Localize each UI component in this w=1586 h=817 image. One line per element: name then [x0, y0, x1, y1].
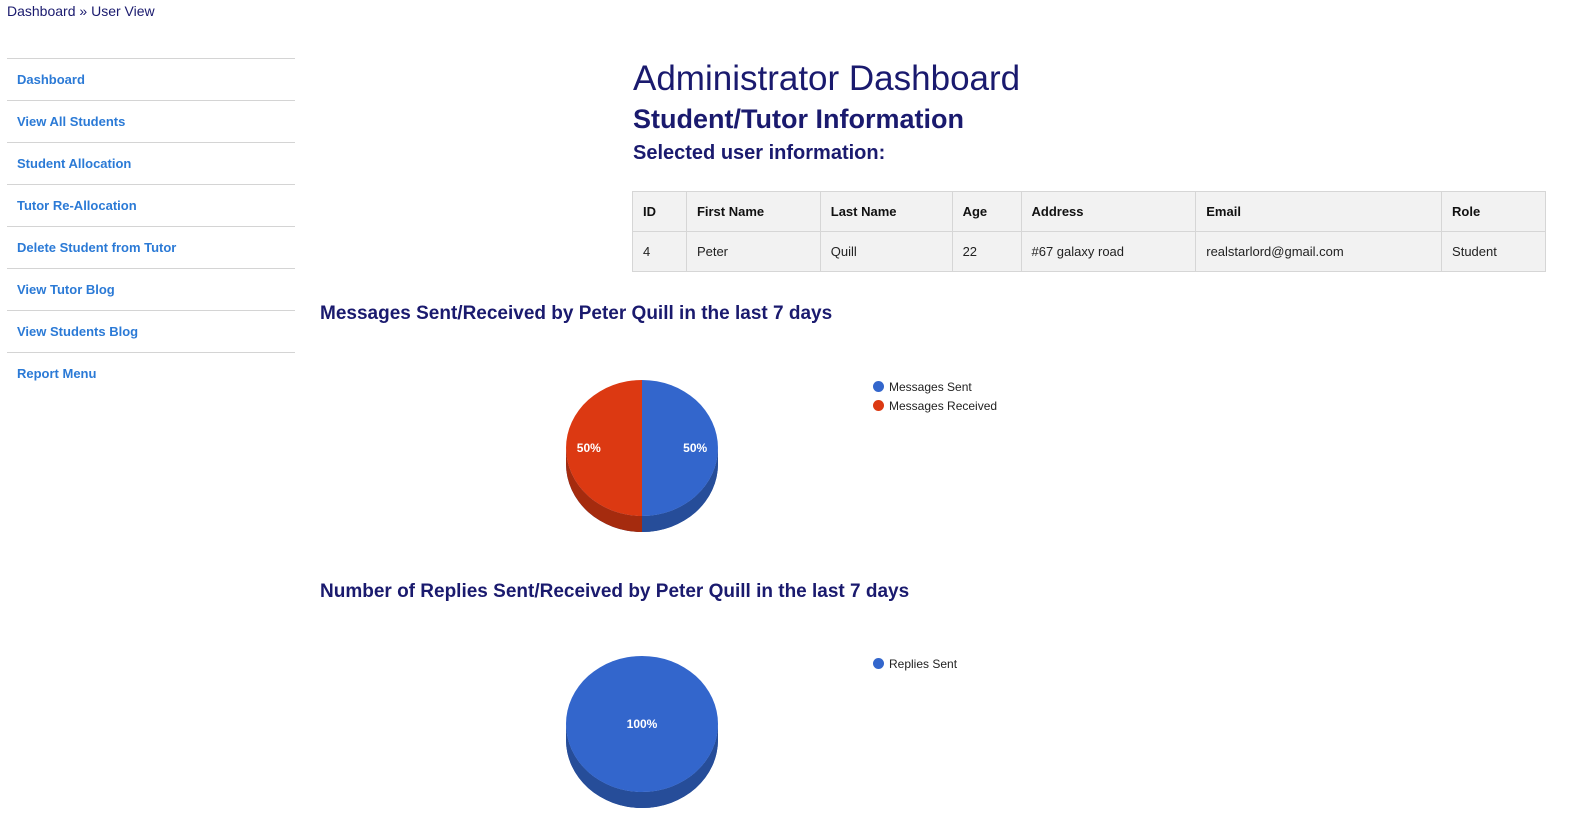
cell-role: Student [1441, 231, 1546, 272]
legend-item: Messages Sent [873, 377, 997, 396]
sidebar-item-report-menu[interactable]: Report Menu [7, 352, 295, 394]
sidebar-item-label: View Students Blog [17, 324, 139, 339]
cell-last-name: Quill [819, 231, 953, 272]
breadcrumb-current: User View [91, 3, 155, 19]
cell-age: 22 [951, 231, 1022, 272]
breadcrumb-dashboard-link[interactable]: Dashboard [7, 3, 76, 19]
column-header-age: Age [951, 191, 1022, 232]
sidebar: Dashboard View All Students Student Allo… [7, 58, 295, 394]
breadcrumb-separator: » [79, 3, 88, 19]
column-header-email: Email [1195, 191, 1443, 232]
sidebar-item-label: Dashboard [17, 72, 85, 87]
chart-title-messages: Messages Sent/Received by Peter Quill in… [320, 303, 833, 324]
section-heading: Selected user information: [633, 142, 886, 164]
main-header: Administrator Dashboard Student/Tutor In… [633, 58, 1020, 168]
page-subtitle: Student/Tutor Information [633, 104, 964, 134]
sidebar-item-dashboard[interactable]: Dashboard [7, 58, 295, 100]
breadcrumb: Dashboard » User View [7, 3, 155, 19]
column-header-first-name: First Name [685, 191, 821, 232]
sidebar-item-label: Delete Student from Tutor [17, 240, 177, 255]
legend-label: Replies Sent [889, 656, 958, 671]
sidebar-item-delete-student-from-tutor[interactable]: Delete Student from Tutor [7, 226, 295, 268]
sidebar-item-view-all-students[interactable]: View All Students [7, 100, 295, 142]
pie-slice-label: 50% [683, 441, 707, 455]
messages-pie-chart: 50% 50% [566, 380, 718, 532]
sidebar-item-view-tutor-blog[interactable]: View Tutor Blog [7, 268, 295, 310]
chart-title-replies: Number of Replies Sent/Received by Peter… [320, 581, 910, 602]
pie-slice-label: 50% [577, 441, 601, 455]
page-title: Administrator Dashboard [633, 59, 1021, 98]
pie-slice-label: 100% [627, 717, 658, 731]
sidebar-item-student-allocation[interactable]: Student Allocation [7, 142, 295, 184]
cell-first-name: Peter [685, 231, 821, 272]
column-header-id: ID [632, 191, 687, 232]
legend-dot-icon [873, 400, 884, 411]
cell-id: 4 [632, 231, 687, 272]
sidebar-item-label: View Tutor Blog [17, 282, 115, 297]
cell-address: #67 galaxy road [1020, 231, 1197, 272]
legend-item: Replies Sent [873, 654, 957, 673]
legend-dot-icon [873, 381, 884, 392]
column-header-address: Address [1020, 191, 1197, 232]
table-header-row: ID First Name Last Name Age Address Emai… [632, 191, 1546, 232]
column-header-last-name: Last Name [819, 191, 953, 232]
sidebar-item-view-students-blog[interactable]: View Students Blog [7, 310, 295, 352]
sidebar-item-label: Report Menu [17, 366, 97, 381]
sidebar-item-label: Student Allocation [17, 156, 132, 171]
legend-label: Messages Received [889, 398, 998, 413]
sidebar-item-label: Tutor Re-Allocation [17, 198, 137, 213]
legend-dot-icon [873, 658, 884, 669]
user-info-table: ID First Name Last Name Age Address Emai… [632, 191, 1546, 272]
sidebar-item-label: View All Students [17, 114, 126, 129]
replies-pie-chart: 100% [566, 656, 718, 808]
legend-label: Messages Sent [889, 379, 972, 394]
replies-chart-legend: Replies Sent [873, 654, 957, 673]
legend-item: Messages Received [873, 396, 997, 415]
cell-email: realstarlord@gmail.com [1195, 231, 1443, 272]
column-header-role: Role [1441, 191, 1546, 232]
messages-chart-legend: Messages Sent Messages Received [873, 377, 997, 415]
table-row: 4 Peter Quill 22 #67 galaxy road realsta… [632, 231, 1546, 272]
sidebar-item-tutor-re-allocation[interactable]: Tutor Re-Allocation [7, 184, 295, 226]
